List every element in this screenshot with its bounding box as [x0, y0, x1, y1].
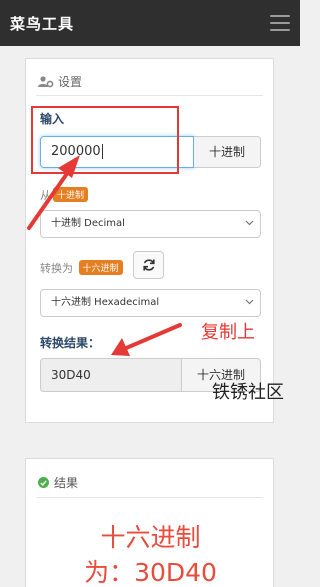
- annotation-arrow-up: [27, 155, 80, 230]
- annotation-arrow-left: [111, 323, 182, 356]
- annotation-arrows: [27, 155, 182, 356]
